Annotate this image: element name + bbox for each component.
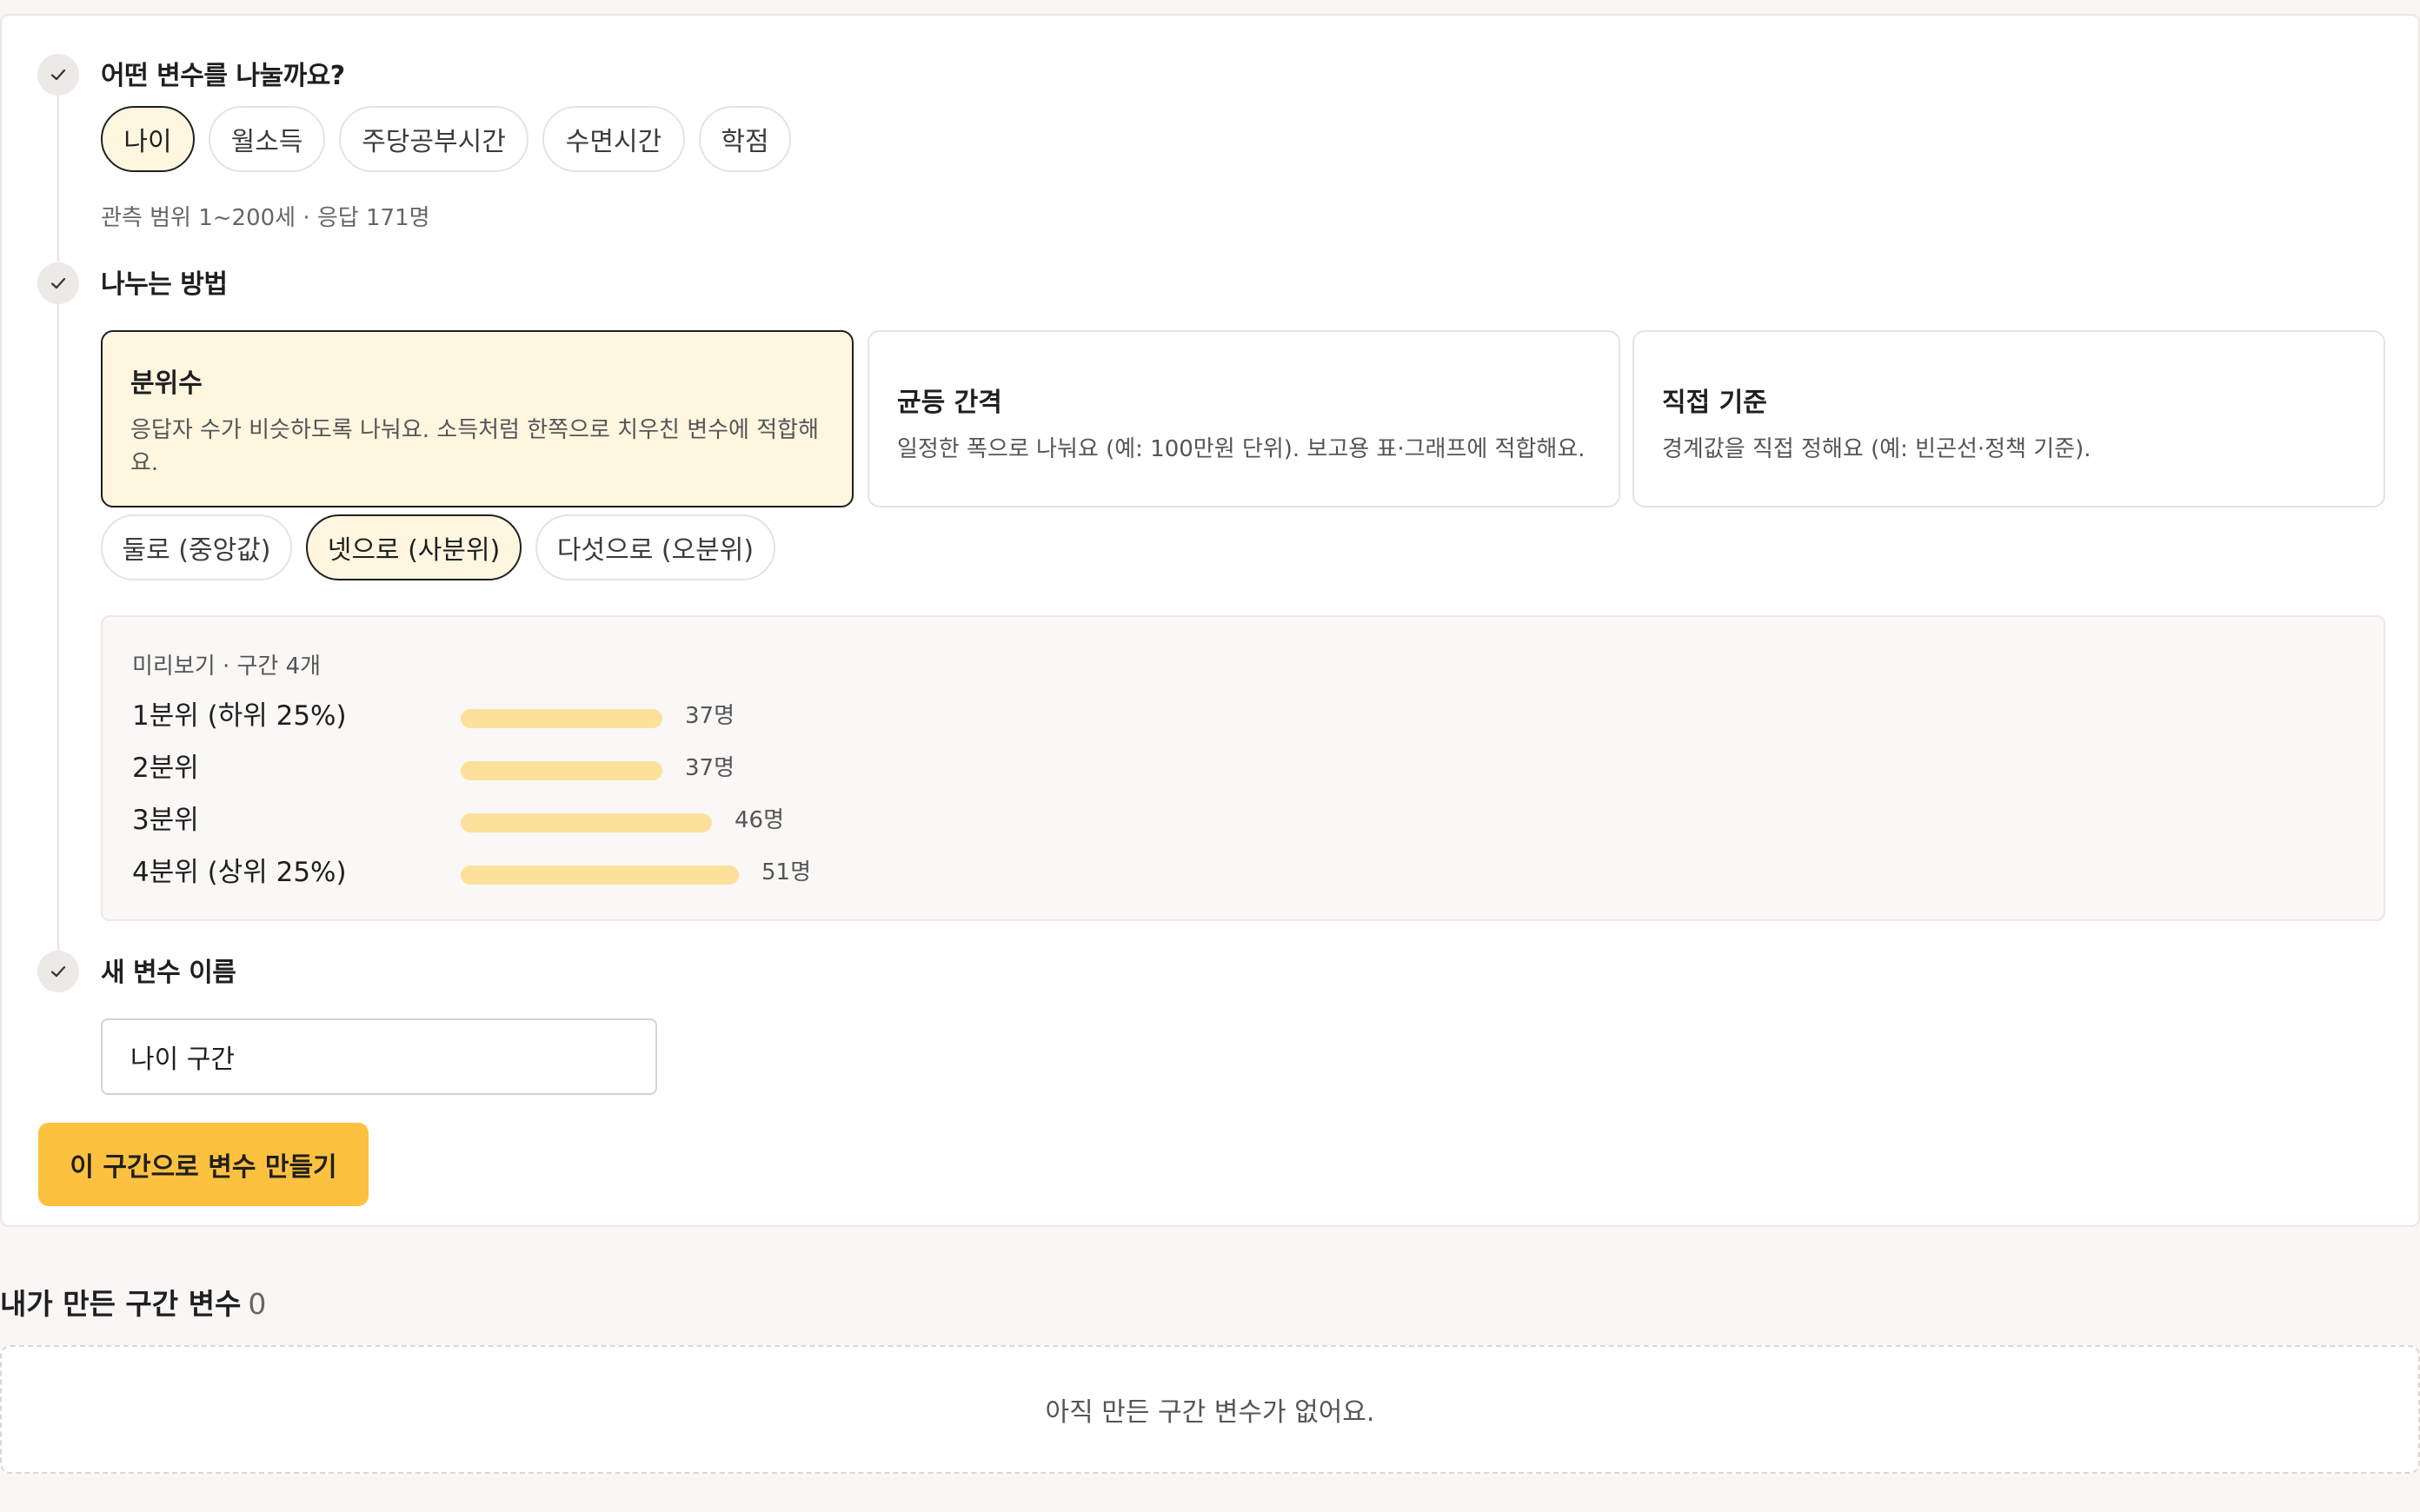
variable-chip-study-hours[interactable]: 주당공부시간 <box>339 106 529 172</box>
preview-title: 미리보기 · 구간 4개 <box>132 653 322 680</box>
variable-range-hint: 관측 범위 1~200세 · 응답 171명 <box>101 205 430 231</box>
bin-count: 51명 <box>761 859 812 885</box>
my-variables-count: 0 <box>248 1287 267 1321</box>
step3-title: 새 변수 이름 <box>101 958 236 988</box>
method-title: 직접 기준 <box>1662 388 1767 418</box>
step3-check-icon <box>37 951 79 992</box>
method-desc: 경계값을 직접 정해요 (예: 빈곤선·정책 기준). <box>1662 436 2091 462</box>
bin-count: 46명 <box>735 807 785 833</box>
preview-panel: 미리보기 · 구간 4개 1분위 (하위 25%) 37명 2분위 37명 3분… <box>101 615 2385 921</box>
new-variable-name-input[interactable] <box>101 1018 657 1095</box>
method-card-custom[interactable]: 직접 기준 경계값을 직접 정해요 (예: 빈곤선·정책 기준). <box>1632 330 2385 507</box>
variable-chip-sleep[interactable]: 수면시간 <box>542 106 685 172</box>
step2-check-icon <box>37 262 79 304</box>
split-chip-median[interactable]: 둘로 (중앙값) <box>101 514 292 580</box>
step2-title: 나누는 방법 <box>101 269 228 300</box>
bin-count: 37명 <box>685 703 735 729</box>
bin-bar <box>461 709 662 728</box>
empty-message: 아직 만든 구간 변수가 없어요. <box>1045 1397 1375 1428</box>
step1-check-icon <box>37 54 79 96</box>
bin-label: 4분위 (상위 25%) <box>132 857 347 888</box>
my-variables-empty-state: 아직 만든 구간 변수가 없어요. <box>0 1345 2420 1474</box>
preview-row: 3분위 46명 <box>132 803 1175 838</box>
bin-bar <box>461 865 739 885</box>
create-variable-button[interactable]: 이 구간으로 변수 만들기 <box>38 1123 369 1206</box>
method-card-equal-width[interactable]: 균등 간격 일정한 폭으로 나눠요 (예: 100만원 단위). 보고용 표·그… <box>868 330 1620 507</box>
preview-row: 4분위 (상위 25%) 51명 <box>132 855 1175 890</box>
method-title: 균등 간격 <box>897 388 1002 418</box>
split-chip-quartile[interactable]: 넷으로 (사분위) <box>306 514 522 580</box>
variable-chip-income[interactable]: 월소득 <box>209 106 325 172</box>
bin-bar <box>461 761 662 780</box>
method-desc: 응답자 수가 비슷하도록 나눠요. 소득처럼 한쪽으로 치우친 변수에 적합해요… <box>130 417 819 476</box>
bin-count: 37명 <box>685 755 735 781</box>
binning-card: 어떤 변수를 나눌까요? 나이 월소득 주당공부시간 수면시간 학점 관측 범위… <box>0 14 2420 1227</box>
method-card-quantile[interactable]: 분위수 응답자 수가 비슷하도록 나눠요. 소득처럼 한쪽으로 치우친 변수에 … <box>101 330 854 507</box>
bin-label: 3분위 <box>132 805 199 836</box>
method-desc: 일정한 폭으로 나눠요 (예: 100만원 단위). 보고용 표·그래프에 적합… <box>897 436 1586 462</box>
my-variables-title: 내가 만든 구간 변수 <box>0 1287 242 1321</box>
my-variables-heading: 내가 만든 구간 변수 0 <box>0 1281 266 1323</box>
split-chip-quintile[interactable]: 다섯으로 (오분위) <box>535 514 775 580</box>
bin-label: 2분위 <box>132 753 199 784</box>
variable-chip-age[interactable]: 나이 <box>101 106 195 172</box>
preview-row: 1분위 (하위 25%) 37명 <box>132 699 1175 733</box>
variable-chip-gpa[interactable]: 학점 <box>699 106 791 172</box>
step1-title: 어떤 변수를 나눌까요? <box>101 61 345 91</box>
step-rail <box>57 89 59 989</box>
method-title: 분위수 <box>130 368 203 399</box>
bin-label: 1분위 (하위 25%) <box>132 700 347 732</box>
bin-bar <box>461 813 712 832</box>
preview-row: 2분위 37명 <box>132 751 1175 786</box>
